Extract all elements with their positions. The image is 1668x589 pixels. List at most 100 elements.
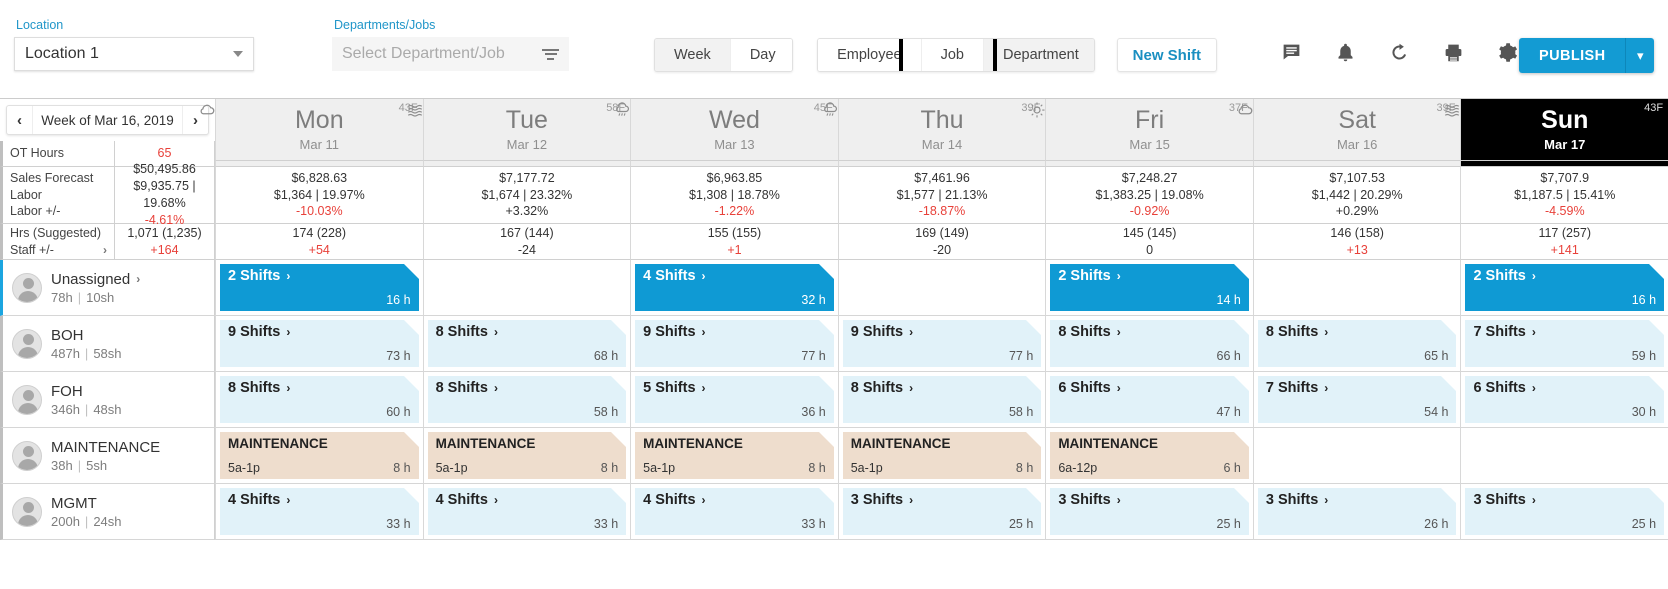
shift-cell[interactable]: 5 Shifts › 36 h [630, 372, 838, 428]
shift-cell[interactable]: 6 Shifts › 30 h [1460, 372, 1668, 428]
tab-week[interactable]: Week [655, 39, 731, 71]
shift-cell[interactable]: 2 Shifts › 16 h [1460, 260, 1668, 316]
shift-chevron-right-icon[interactable]: › [1117, 493, 1121, 507]
shift-chip[interactable]: 6 Shifts › 47 h [1050, 376, 1249, 423]
shift-chevron-right-icon[interactable]: › [702, 325, 706, 339]
shift-cell[interactable]: 2 Shifts › 16 h [215, 260, 423, 316]
shift-chip[interactable]: 3 Shifts › 25 h [1465, 488, 1665, 535]
row-person[interactable]: BOH 487h | 58sh [0, 316, 215, 372]
shift-cell[interactable]: 9 Shifts › 77 h [630, 316, 838, 372]
shift-chip[interactable]: 8 Shifts › 58 h [427, 376, 627, 423]
shift-chevron-right-icon[interactable]: › [909, 493, 913, 507]
shift-cell[interactable]: 3 Shifts › 25 h [1045, 484, 1253, 540]
refresh-icon[interactable] [1387, 40, 1411, 64]
shift-chip[interactable]: 8 Shifts › 65 h [1257, 320, 1457, 367]
shift-chevron-right-icon[interactable]: › [1117, 381, 1121, 395]
shift-chevron-right-icon[interactable]: › [286, 493, 290, 507]
shift-chip[interactable]: 7 Shifts › 54 h [1257, 376, 1457, 423]
shift-chip[interactable]: 9 Shifts › 77 h [842, 320, 1042, 367]
shift-chip[interactable]: 3 Shifts › 25 h [1050, 488, 1249, 535]
group-by-toggle[interactable]: Employee Job Department [817, 38, 1095, 72]
shift-cell[interactable]: 8 Shifts › 66 h [1045, 316, 1253, 372]
shift-cell[interactable] [1460, 428, 1668, 484]
shift-cell[interactable]: 7 Shifts › 54 h [1252, 372, 1461, 428]
row-person[interactable]: FOH 346h | 48sh [0, 372, 215, 428]
shift-chip[interactable]: 3 Shifts › 25 h [842, 488, 1042, 535]
shift-chevron-right-icon[interactable]: › [1532, 325, 1536, 339]
gear-icon[interactable] [1495, 40, 1519, 64]
publish-dropdown-chevron-down-icon[interactable]: ▾ [1626, 38, 1654, 73]
tab-department[interactable]: Department [983, 39, 1094, 71]
shift-cell[interactable]: 4 Shifts › 33 h [422, 484, 631, 540]
shift-chevron-right-icon[interactable]: › [1532, 381, 1536, 395]
shift-chip[interactable]: 4 Shifts › 33 h [220, 488, 419, 535]
shift-cell[interactable]: 6 Shifts › 47 h [1045, 372, 1253, 428]
shift-chevron-right-icon[interactable]: › [1324, 493, 1328, 507]
row-person[interactable]: MAINTENANCE 38h | 5sh [0, 428, 215, 484]
shift-chip[interactable]: 9 Shifts › 77 h [635, 320, 834, 367]
shift-cell[interactable]: MAINTENANCE 6a-12p 6 h [1045, 428, 1253, 484]
shift-cell[interactable]: 8 Shifts › 58 h [422, 372, 631, 428]
shift-chevron-right-icon[interactable]: › [1532, 493, 1536, 507]
shift-cell[interactable]: 8 Shifts › 60 h [215, 372, 423, 428]
shift-chip[interactable]: 5 Shifts › 36 h [635, 376, 834, 423]
shift-chevron-right-icon[interactable]: › [1532, 269, 1536, 283]
shift-cell[interactable]: 4 Shifts › 33 h [630, 484, 838, 540]
day-header-wed[interactable]: 45F Wed Mar 13 [616, 99, 838, 161]
shift-chip[interactable]: 2 Shifts › 16 h [220, 264, 419, 311]
day-header-sat[interactable]: 39F Sat Mar 16 [1238, 99, 1461, 161]
shift-chip[interactable]: 3 Shifts › 26 h [1257, 488, 1457, 535]
shift-chip[interactable]: 4 Shifts › 33 h [635, 488, 834, 535]
shift-cell[interactable]: 3 Shifts › 25 h [1460, 484, 1668, 540]
day-header-thu[interactable]: 39F Thu Mar 14 [823, 99, 1046, 161]
shift-cell[interactable]: 9 Shifts › 73 h [215, 316, 423, 372]
shift-cell[interactable]: 9 Shifts › 77 h [837, 316, 1046, 372]
shift-chip[interactable]: 6 Shifts › 30 h [1465, 376, 1665, 423]
shift-chevron-right-icon[interactable]: › [494, 493, 498, 507]
shift-chevron-right-icon[interactable]: › [494, 325, 498, 339]
day-header-sun[interactable]: 43F Sun Mar 17 [1445, 99, 1668, 161]
expand-chevron-right-icon[interactable]: › [136, 272, 140, 286]
shift-chip[interactable]: MAINTENANCE 6a-12p 6 h [1050, 432, 1249, 479]
message-icon[interactable] [1279, 40, 1303, 64]
shift-cell[interactable]: 8 Shifts › 68 h [422, 316, 631, 372]
view-mode-toggle[interactable]: Week Day [654, 38, 794, 72]
department-select[interactable]: Select Department/Job [332, 37, 569, 71]
new-shift-button[interactable]: New Shift [1116, 38, 1218, 72]
shift-chip[interactable]: 4 Shifts › 33 h [427, 488, 627, 535]
shift-chevron-right-icon[interactable]: › [909, 381, 913, 395]
shift-chevron-right-icon[interactable]: › [494, 381, 498, 395]
tab-day[interactable]: Day [730, 39, 793, 71]
shift-cell[interactable]: 2 Shifts › 14 h [1045, 260, 1253, 316]
shift-cell[interactable] [837, 260, 1046, 316]
shift-cell[interactable]: MAINTENANCE 5a-1p 8 h [422, 428, 631, 484]
shift-chevron-right-icon[interactable]: › [286, 269, 290, 283]
shift-chip[interactable]: 7 Shifts › 59 h [1465, 320, 1665, 367]
shift-chip[interactable]: MAINTENANCE 5a-1p 8 h [842, 432, 1042, 479]
shift-cell[interactable]: 8 Shifts › 58 h [837, 372, 1046, 428]
shift-chip[interactable]: 8 Shifts › 60 h [220, 376, 419, 423]
shift-chip[interactable]: 8 Shifts › 66 h [1050, 320, 1249, 367]
shift-chip[interactable]: MAINTENANCE 5a-1p 8 h [635, 432, 834, 479]
shift-chevron-right-icon[interactable]: › [702, 493, 706, 507]
shift-chevron-right-icon[interactable]: › [1324, 325, 1328, 339]
shift-chevron-right-icon[interactable]: › [286, 325, 290, 339]
publish-button-group[interactable]: PUBLISH ▾ [1519, 38, 1654, 73]
shift-cell[interactable]: 7 Shifts › 59 h [1460, 316, 1668, 372]
shift-chip[interactable]: 2 Shifts › 14 h [1050, 264, 1249, 311]
shift-cell[interactable]: 4 Shifts › 33 h [215, 484, 423, 540]
shift-cell[interactable] [1252, 428, 1461, 484]
shift-chevron-right-icon[interactable]: › [909, 325, 913, 339]
shift-cell[interactable]: MAINTENANCE 5a-1p 8 h [630, 428, 838, 484]
shift-chip[interactable]: 2 Shifts › 16 h [1465, 264, 1665, 311]
shift-cell[interactable]: 3 Shifts › 26 h [1252, 484, 1461, 540]
staff-delta-label-row[interactable]: Staff +/- › [10, 242, 107, 259]
shift-chip[interactable]: 8 Shifts › 68 h [427, 320, 627, 367]
shift-chip[interactable]: 4 Shifts › 32 h [635, 264, 834, 311]
tab-job[interactable]: Job [921, 39, 984, 71]
print-icon[interactable] [1441, 40, 1465, 64]
shift-chevron-right-icon[interactable]: › [702, 381, 706, 395]
shift-cell[interactable]: 4 Shifts › 32 h [630, 260, 838, 316]
day-header-tue[interactable]: 58F Tue Mar 12 [407, 99, 631, 161]
tab-employee[interactable]: Employee [818, 39, 922, 71]
